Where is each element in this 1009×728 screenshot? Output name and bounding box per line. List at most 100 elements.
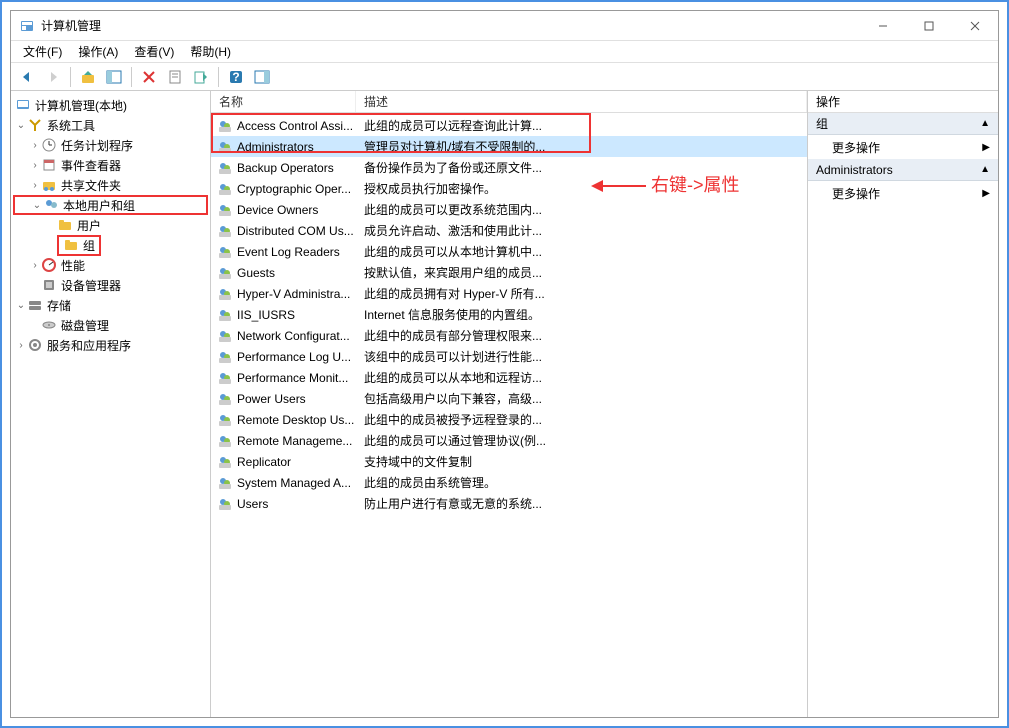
- properties-button[interactable]: [163, 65, 187, 89]
- actions-section-administrators[interactable]: Administrators ▲: [808, 159, 998, 181]
- group-icon: [217, 328, 233, 344]
- tree-label: 用户: [77, 217, 101, 234]
- export-button[interactable]: [189, 65, 213, 89]
- list-row[interactable]: Replicator支持域中的文件复制: [211, 451, 807, 472]
- list-row[interactable]: Performance Log U...该组中的成员可以计划进行性能...: [211, 346, 807, 367]
- tree-label: 任务计划程序: [61, 137, 133, 154]
- list-row[interactable]: IIS_IUSRSInternet 信息服务使用的内置组。: [211, 304, 807, 325]
- list-row[interactable]: Users防止用户进行有意或无意的系统...: [211, 493, 807, 514]
- close-button[interactable]: [952, 11, 998, 41]
- group-icon: [217, 286, 233, 302]
- forward-button[interactable]: [41, 65, 65, 89]
- row-desc: 此组的成员可以远程查询此计算...: [360, 117, 807, 134]
- tree-system-tools[interactable]: ⌄ 系统工具: [13, 115, 208, 135]
- show-hide-tree-button[interactable]: [102, 65, 126, 89]
- menubar: 文件(F) 操作(A) 查看(V) 帮助(H): [11, 41, 998, 63]
- computer-icon: [15, 97, 31, 113]
- list-row[interactable]: Guests按默认值，来宾跟用户组的成员...: [211, 262, 807, 283]
- row-name: Distributed COM Us...: [237, 224, 360, 238]
- performance-icon: [41, 257, 57, 273]
- actions-more-1[interactable]: 更多操作 ▶: [808, 135, 998, 159]
- list-row[interactable]: Performance Monit...此组的成员可以从本地和远程访...: [211, 367, 807, 388]
- column-desc[interactable]: 描述: [356, 91, 807, 112]
- list-body[interactable]: Access Control Assi...此组的成员可以远程查询此计算...A…: [211, 113, 807, 717]
- expander-icon[interactable]: ⌄: [15, 300, 27, 311]
- tree-disk-management[interactable]: › 磁盘管理: [13, 315, 208, 335]
- list-row[interactable]: Distributed COM Us...成员允许启动、激活和使用此计...: [211, 220, 807, 241]
- column-name[interactable]: 名称: [211, 91, 356, 112]
- tree-label: 设备管理器: [61, 277, 121, 294]
- tree-local-users-groups[interactable]: ⌄ 本地用户和组: [13, 195, 208, 215]
- row-name: Hyper-V Administra...: [237, 287, 360, 301]
- list-row[interactable]: System Managed A...此组的成员由系统管理。: [211, 472, 807, 493]
- menu-action[interactable]: 操作(A): [70, 41, 126, 62]
- body: 计算机管理(本地) ⌄ 系统工具 › 任务计划程序 › 事件查看器 › 共享文件…: [11, 91, 998, 717]
- list-row[interactable]: Remote Manageme...此组的成员可以通过管理协议(例...: [211, 430, 807, 451]
- menu-help[interactable]: 帮助(H): [182, 41, 239, 62]
- link-label: 更多操作: [832, 139, 880, 156]
- row-desc: 此组中的成员有部分管理权限来...: [360, 327, 807, 344]
- tree-device-manager[interactable]: › 设备管理器: [13, 275, 208, 295]
- minimize-button[interactable]: [860, 11, 906, 41]
- expander-icon[interactable]: ›: [29, 160, 41, 171]
- actions-section-groups[interactable]: 组 ▲: [808, 113, 998, 135]
- tree-shared-folders[interactable]: › 共享文件夹: [13, 175, 208, 195]
- actions-more-2[interactable]: 更多操作 ▶: [808, 181, 998, 205]
- group-icon: [217, 307, 233, 323]
- row-name: Power Users: [237, 392, 360, 406]
- tree-storage[interactable]: ⌄ 存储: [13, 295, 208, 315]
- group-icon: [217, 160, 233, 176]
- row-desc: 该组中的成员可以计划进行性能...: [360, 348, 807, 365]
- row-name: Network Configurat...: [237, 329, 360, 343]
- list-row[interactable]: Hyper-V Administra...此组的成员拥有对 Hyper-V 所有…: [211, 283, 807, 304]
- up-button[interactable]: [76, 65, 100, 89]
- list-row[interactable]: Event Log Readers此组的成员可以从本地计算机中...: [211, 241, 807, 262]
- row-desc: 此组的成员由系统管理。: [360, 474, 807, 491]
- tools-icon: [27, 117, 43, 133]
- row-name: Replicator: [237, 455, 360, 469]
- group-icon: [217, 349, 233, 365]
- expander-icon[interactable]: ›: [29, 260, 41, 271]
- list-row[interactable]: Power Users包括高级用户以向下兼容，高级...: [211, 388, 807, 409]
- expander-icon[interactable]: ⌄: [15, 120, 27, 131]
- expander-icon[interactable]: ›: [15, 340, 27, 351]
- actions-pane: 操作 组 ▲ 更多操作 ▶ Administrators ▲ 更多操作 ▶: [808, 91, 998, 717]
- menu-file[interactable]: 文件(F): [15, 41, 70, 62]
- delete-button[interactable]: [137, 65, 161, 89]
- list-row[interactable]: Access Control Assi...此组的成员可以远程查询此计算...: [211, 115, 807, 136]
- help-button[interactable]: ?: [224, 65, 248, 89]
- tree-task-scheduler[interactable]: › 任务计划程序: [13, 135, 208, 155]
- row-name: Device Owners: [237, 203, 360, 217]
- tree-label: 服务和应用程序: [47, 337, 131, 354]
- row-desc: 授权成员执行加密操作。: [360, 180, 807, 197]
- row-name: Cryptographic Oper...: [237, 182, 360, 196]
- row-name: Performance Log U...: [237, 350, 360, 364]
- tree-event-viewer[interactable]: › 事件查看器: [13, 155, 208, 175]
- row-desc: 此组的成员可以更改系统范围内...: [360, 201, 807, 218]
- show-actions-button[interactable]: [250, 65, 274, 89]
- tree-performance[interactable]: › 性能: [13, 255, 208, 275]
- tree-users[interactable]: › 用户: [13, 215, 208, 235]
- group-icon: [217, 475, 233, 491]
- list-row[interactable]: Cryptographic Oper...授权成员执行加密操作。: [211, 178, 807, 199]
- list-row[interactable]: Device Owners此组的成员可以更改系统范围内...: [211, 199, 807, 220]
- back-button[interactable]: [15, 65, 39, 89]
- list-row[interactable]: Remote Desktop Us...此组中的成员被授予远程登录的...: [211, 409, 807, 430]
- disk-icon: [41, 317, 57, 333]
- list-pane: 名称 描述 Access Control Assi...此组的成员可以远程查询此…: [211, 91, 808, 717]
- expander-icon[interactable]: ›: [29, 140, 41, 151]
- menu-view[interactable]: 查看(V): [126, 41, 182, 62]
- expander-icon[interactable]: ⌄: [31, 200, 43, 211]
- group-icon: [217, 139, 233, 155]
- expander-icon[interactable]: ›: [29, 180, 41, 191]
- row-name: Event Log Readers: [237, 245, 360, 259]
- list-row[interactable]: Administrators管理员对计算机/域有不受限制的...: [211, 136, 807, 157]
- tree-root[interactable]: 计算机管理(本地): [13, 95, 208, 115]
- tree-services-apps[interactable]: › 服务和应用程序: [13, 335, 208, 355]
- maximize-button[interactable]: [906, 11, 952, 41]
- tree-groups[interactable]: › 组: [13, 235, 208, 255]
- list-row[interactable]: Backup Operators备份操作员为了备份或还原文件...: [211, 157, 807, 178]
- tree-label: 共享文件夹: [61, 177, 121, 194]
- list-row[interactable]: Network Configurat...此组中的成员有部分管理权限来...: [211, 325, 807, 346]
- navigation-tree[interactable]: 计算机管理(本地) ⌄ 系统工具 › 任务计划程序 › 事件查看器 › 共享文件…: [11, 91, 211, 717]
